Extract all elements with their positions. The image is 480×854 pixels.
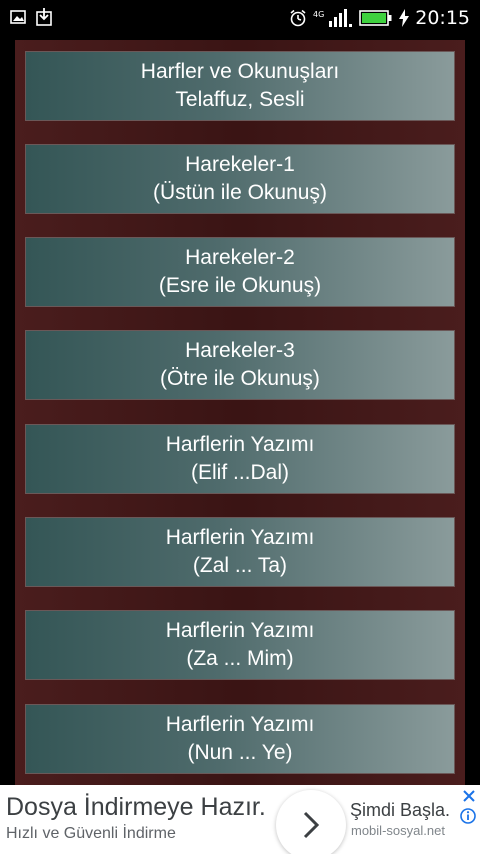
menu-panel: Harfler ve Okunuşları Telaffuz, Sesli Ha… — [15, 40, 465, 785]
status-bar-system: 4G 20:15 — [289, 6, 470, 30]
chevron-right-icon — [303, 811, 320, 839]
menu-item-subtitle: (Ötre ile Okunuş) — [160, 367, 320, 390]
ad-close-icon[interactable] — [462, 789, 476, 803]
menu-item-title: Harekeler-2 — [185, 246, 295, 269]
ad-cta[interactable]: Şimdi Başla. — [350, 800, 450, 821]
menu-item-title: Harekeler-3 — [185, 339, 295, 362]
alarm-icon — [289, 9, 307, 27]
menu-item-yazim-elif-dal[interactable]: Harflerin Yazımı (Elif ...Dal) — [25, 424, 455, 494]
menu-item-yazim-zal-ta[interactable]: Harflerin Yazımı (Zal ... Ta) — [25, 517, 455, 587]
status-bar-notifications — [10, 8, 52, 26]
menu-item-title: Harflerin Yazımı — [165, 619, 315, 642]
battery-icon — [359, 10, 393, 26]
menu-item-title: Harflerin Yazımı — [165, 433, 315, 456]
status-bar: 4G 20:15 — [0, 0, 480, 36]
menu-item-subtitle: (Esre ile Okunuş) — [158, 274, 322, 297]
ad-info-icon[interactable] — [460, 808, 476, 824]
menu-item-title: Harflerin Yazımı — [165, 713, 315, 736]
menu-item-title: Harflerin Yazımı — [165, 526, 315, 549]
network-type-label: 4G — [313, 10, 324, 19]
charging-icon — [399, 9, 410, 27]
ad-subtitle: Hızlı ve Güvenli İndirme — [6, 825, 176, 842]
download-icon — [36, 8, 52, 26]
menu-item-yazim-za-mim[interactable]: Harflerin Yazımı (Za ... Mim) — [25, 610, 455, 680]
menu-item-title: Harfler ve Okunuşları — [140, 60, 340, 83]
ad-title: Dosya İndirmeye Hazır. — [6, 793, 266, 821]
menu-item-title: Harekeler-1 — [185, 153, 295, 176]
signal-icon: 4G — [313, 8, 353, 28]
image-icon — [10, 10, 26, 24]
ad-open-button[interactable] — [276, 790, 346, 854]
menu-item-harekeler-3[interactable]: Harekeler-3 (Ötre ile Okunuş) — [25, 330, 455, 400]
app-screen: 4G 20:15 Harfler ve Okunuşları Telaffuz,… — [0, 0, 480, 854]
menu-item-subtitle: (Elif ...Dal) — [190, 461, 289, 484]
menu-item-subtitle: (Zal ... Ta) — [192, 554, 288, 577]
menu-item-yazim-nun-ye[interactable]: Harflerin Yazımı (Nun ... Ye) — [25, 704, 455, 774]
menu-item-subtitle: (Za ... Mim) — [186, 647, 294, 670]
status-time: 20:15 — [415, 7, 470, 29]
menu-item-subtitle: (Nun ... Ye) — [187, 741, 293, 764]
menu-item-harekeler-1[interactable]: Harekeler-1 (Üstün ile Okunuş) — [25, 144, 455, 214]
menu-item-subtitle: Telaffuz, Sesli — [175, 88, 305, 111]
ad-domain: mobil-sosyal.net — [351, 823, 445, 838]
menu-item-subtitle: (Üstün ile Okunuş) — [153, 181, 327, 204]
menu-item-harekeler-2[interactable]: Harekeler-2 (Esre ile Okunuş) — [25, 237, 455, 307]
menu-item-harfler-okunuslari[interactable]: Harfler ve Okunuşları Telaffuz, Sesli — [25, 51, 455, 121]
